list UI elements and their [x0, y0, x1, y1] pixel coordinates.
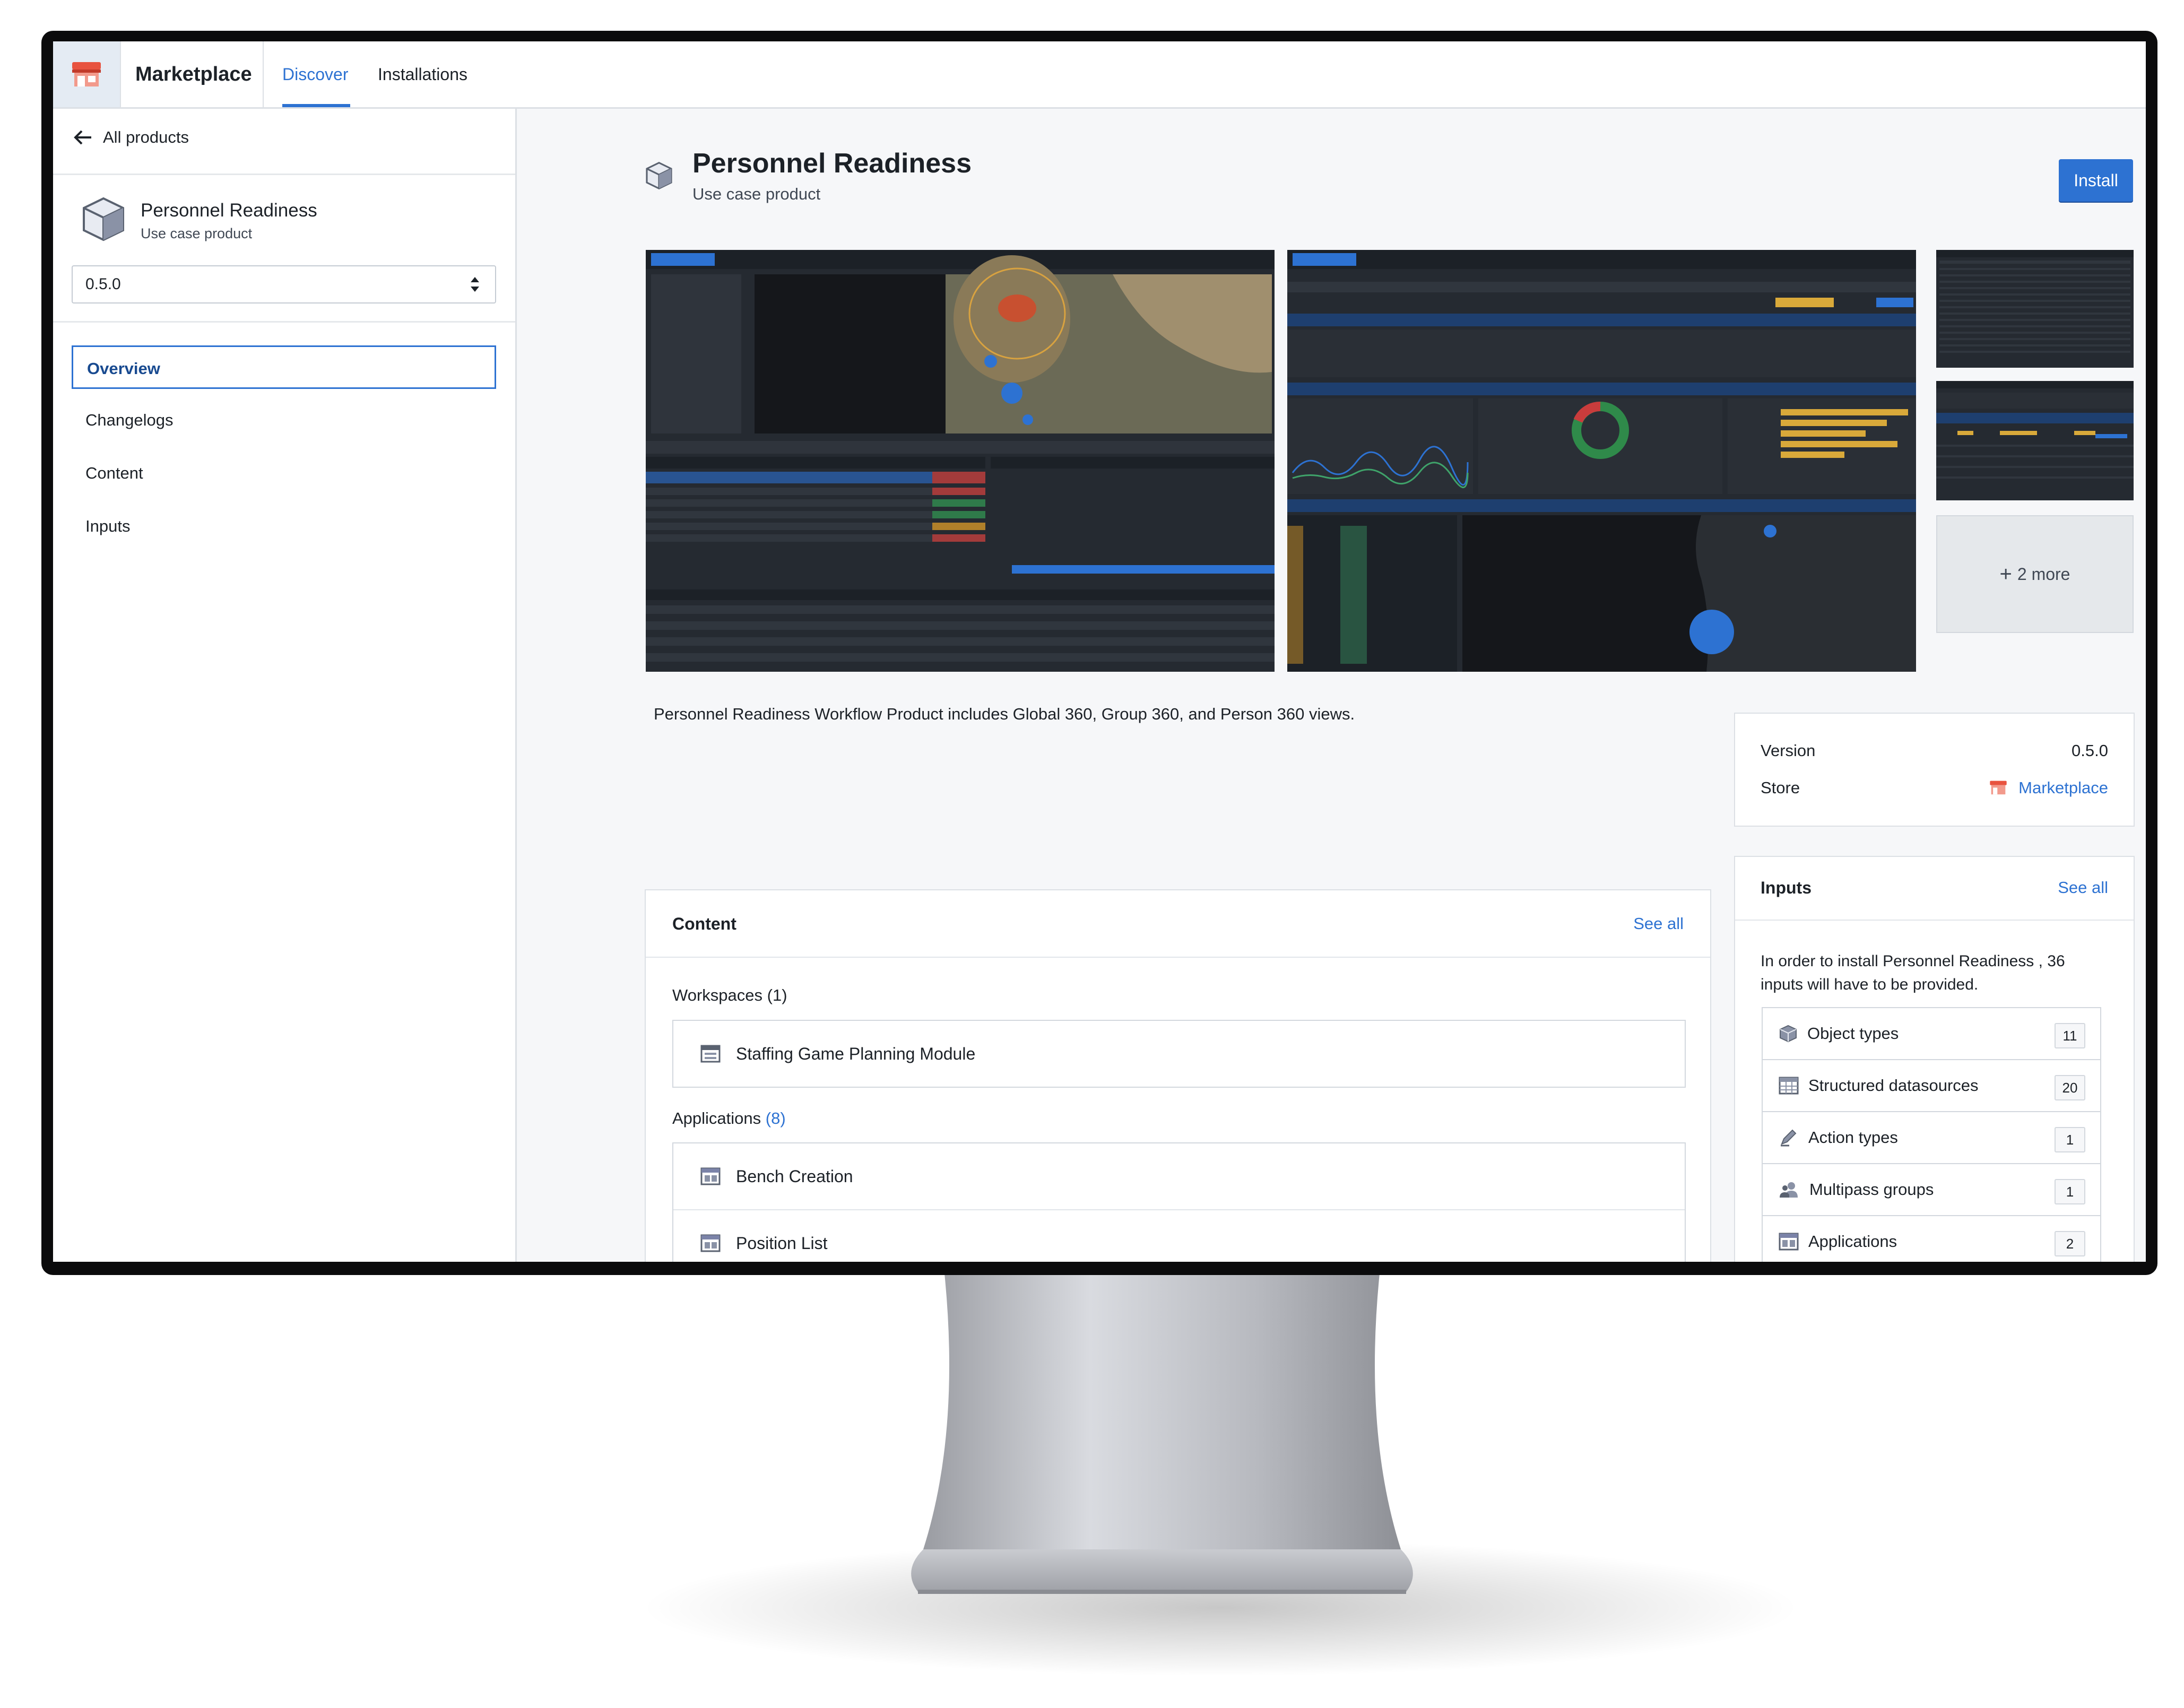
- install-button[interactable]: Install: [2059, 159, 2133, 202]
- cube-icon: [1780, 1025, 1797, 1043]
- list-item[interactable]: Bench Creation: [673, 1143, 1685, 1209]
- input-label: Applications: [1808, 1232, 1897, 1251]
- tab-discover[interactable]: Discover: [282, 41, 348, 107]
- marketplace-logo-icon[interactable]: [53, 41, 121, 107]
- top-bar: Marketplace Discover Installations: [53, 41, 2146, 109]
- edit-icon: [1781, 1129, 1797, 1147]
- plus-icon: +: [1999, 562, 2012, 586]
- input-label: Structured datasources: [1808, 1076, 1979, 1095]
- application-icon: [700, 1234, 721, 1252]
- version-select[interactable]: 0.5.0: [72, 265, 496, 304]
- inputs-card-title: Inputs: [1761, 878, 1812, 897]
- input-label: Multipass groups: [1809, 1180, 1934, 1199]
- input-row-multipass-groups[interactable]: Multipass groups 1: [1762, 1163, 2101, 1216]
- applications-heading: Applications (8): [672, 1109, 786, 1128]
- input-count-badge: 1: [2055, 1127, 2085, 1152]
- table-icon: [1779, 1077, 1799, 1095]
- divider: [646, 957, 1710, 958]
- version-select-value: 0.5.0: [85, 275, 121, 293]
- store-label: Store: [1761, 778, 1800, 797]
- list-item[interactable]: Position List: [673, 1209, 1685, 1262]
- input-count-badge: 2: [2055, 1231, 2085, 1256]
- active-tab-indicator: [282, 104, 350, 107]
- workspace-name: Staffing Game Planning Module: [736, 1044, 976, 1063]
- content-see-all-link[interactable]: See all: [1633, 914, 1684, 933]
- screenshot-thumbnail-global-360[interactable]: [646, 250, 1275, 672]
- inputs-see-all-link[interactable]: See all: [2058, 878, 2108, 897]
- back-label: All products: [103, 128, 189, 146]
- applications-label: Applications: [672, 1109, 761, 1128]
- applications-count: (8): [765, 1109, 786, 1128]
- product-box-icon: [646, 162, 672, 189]
- sidebar-item-changelogs[interactable]: Changelogs: [72, 398, 496, 442]
- app-title: Marketplace: [135, 63, 252, 85]
- screen: Marketplace Discover Installations All p…: [53, 41, 2146, 1262]
- workspaces-list: Staffing Game Planning Module: [672, 1020, 1686, 1088]
- marketplace-icon: [1990, 781, 2007, 795]
- workspaces-heading: Workspaces (1): [672, 986, 787, 1005]
- divider: [53, 174, 515, 175]
- arrow-left-icon: [74, 130, 91, 145]
- applications-list: Bench Creation Position List: [672, 1142, 1686, 1262]
- store-value: Marketplace: [2018, 778, 2108, 797]
- input-count-badge: 1: [2055, 1179, 2085, 1204]
- divider: [53, 321, 515, 323]
- application-icon: [1779, 1233, 1799, 1251]
- sidebar-product-name: Personnel Readiness: [141, 200, 317, 221]
- version-label: Version: [1761, 741, 1816, 760]
- people-icon: [1780, 1182, 1798, 1198]
- page-subtitle: Use case product: [692, 185, 821, 203]
- application-icon: [700, 1167, 721, 1185]
- sidebar-product-type: Use case product: [141, 226, 253, 241]
- back-to-all-products-link[interactable]: All products: [73, 128, 189, 147]
- more-screenshots-button[interactable]: + 2 more: [1936, 515, 2134, 633]
- application-name: Position List: [736, 1233, 828, 1253]
- tab-installations[interactable]: Installations: [378, 41, 467, 107]
- product-description: Personnel Readiness Workflow Product inc…: [654, 705, 1355, 723]
- sidebar-item-overview[interactable]: Overview: [72, 345, 496, 389]
- sidebar-item-inputs[interactable]: Inputs: [72, 505, 496, 548]
- product-box-icon: [83, 197, 124, 241]
- input-count-badge: 11: [2055, 1023, 2085, 1048]
- workspaces-label: Workspaces: [672, 986, 762, 1004]
- input-row-structured-datasources[interactable]: Structured datasources 20: [1762, 1059, 2101, 1112]
- input-count-badge: 20: [2055, 1075, 2085, 1100]
- screenshot-thumbnail-group-360[interactable]: [1287, 250, 1916, 672]
- divider: [1735, 920, 2134, 921]
- sidebar-item-content[interactable]: Content: [72, 452, 496, 495]
- inputs-card: Inputs See all In order to install Perso…: [1734, 856, 2135, 1262]
- page-title: Personnel Readiness: [692, 148, 972, 179]
- input-row-applications[interactable]: Applications 2: [1762, 1215, 2101, 1262]
- details-card: Version 0.5.0 Store Marketplace: [1734, 713, 2135, 827]
- screenshot-thumbnail-table[interactable]: [1936, 250, 2134, 368]
- input-row-action-types[interactable]: Action types 1: [1762, 1111, 2101, 1164]
- application-name: Bench Creation: [736, 1166, 853, 1186]
- monitor-stand: [911, 1273, 1413, 1594]
- divider: [263, 41, 264, 107]
- inputs-intro: In order to install Personnel Readiness …: [1761, 952, 2065, 993]
- version-value: 0.5.0: [2072, 741, 2108, 760]
- more-screenshots-label: 2 more: [2017, 564, 2070, 584]
- input-label: Action types: [1808, 1128, 1898, 1147]
- list-item[interactable]: Staffing Game Planning Module: [673, 1021, 1685, 1087]
- input-label: Object types: [1807, 1024, 1899, 1043]
- workspaces-count: (1): [767, 986, 787, 1004]
- content-card: Content See all Workspaces (1) Staffing …: [645, 889, 1711, 1262]
- screenshot-thumbnail-dashboard[interactable]: [1936, 381, 2134, 500]
- workspace-icon: [700, 1045, 721, 1063]
- store-link[interactable]: Marketplace: [1989, 778, 2108, 797]
- content-card-title: Content: [672, 914, 736, 933]
- input-row-object-types[interactable]: Object types 11: [1762, 1007, 2101, 1060]
- sidebar: All products Personnel Readiness Use cas…: [53, 109, 517, 1262]
- double-caret-icon: [471, 277, 479, 292]
